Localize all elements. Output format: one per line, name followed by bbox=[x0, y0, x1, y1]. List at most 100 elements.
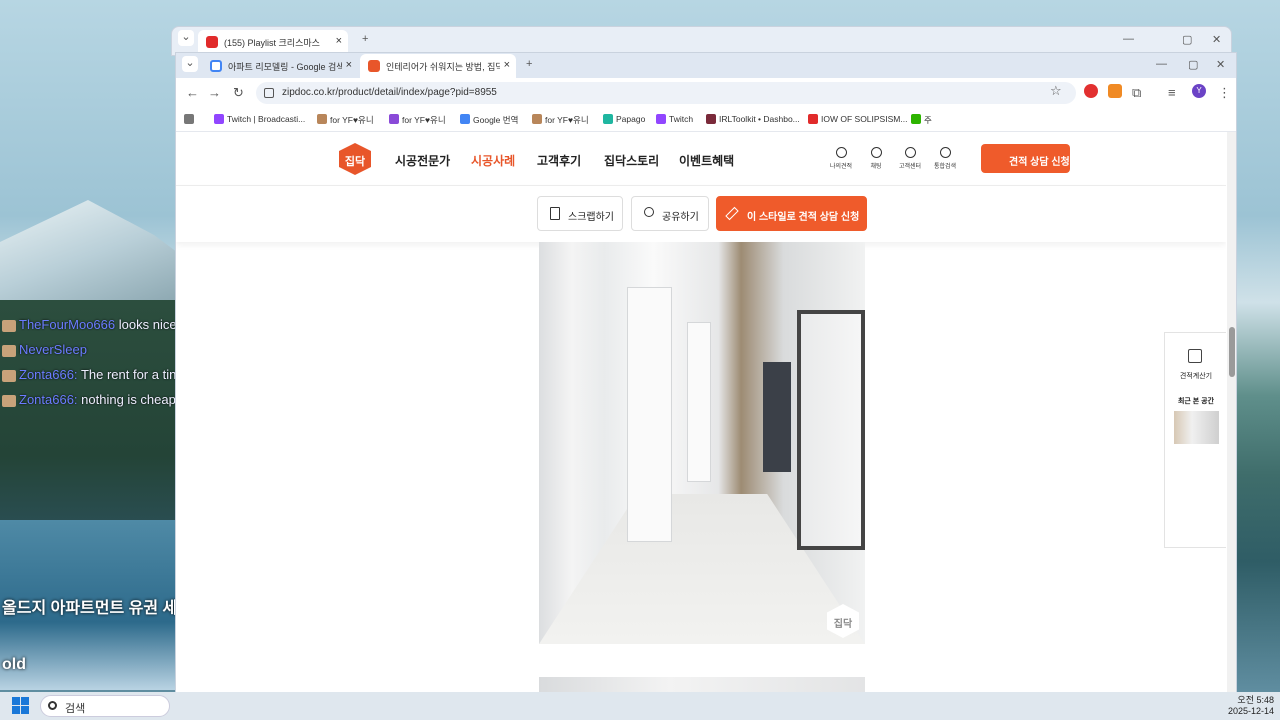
bookmark-item[interactable]: IOW OF SOLIPSISM... bbox=[808, 114, 907, 124]
close-window-icon[interactable]: ✕ bbox=[1216, 58, 1225, 71]
share-icon bbox=[644, 207, 654, 217]
action-bar: 스크랩하기 공유하기 이 스타일로 견적 상담 신청 bbox=[176, 186, 1226, 242]
apply-style-button[interactable]: 이 스타일로 견적 상담 신청 bbox=[716, 196, 867, 231]
media-icon[interactable]: ≡ bbox=[1168, 85, 1176, 100]
nav-experts[interactable]: 시공전문가 bbox=[395, 152, 450, 169]
tab-youtube-playlist[interactable]: (155) Playlist 크리스마스 × bbox=[198, 30, 348, 54]
share-button[interactable]: 공유하기 bbox=[631, 196, 709, 231]
nav-events[interactable]: 이벤트혜택 bbox=[679, 152, 734, 169]
nav-cases[interactable]: 시공사례 bbox=[471, 152, 515, 169]
back-icon[interactable]: ← bbox=[186, 85, 199, 100]
search-icon bbox=[48, 701, 57, 710]
browser-window: ⌄ 아파트 리모델링 - Google 검색 × 인테리어가 쉬워지는 방법, … bbox=[175, 52, 1237, 720]
extension-icon[interactable] bbox=[1084, 84, 1098, 98]
url-text: zipdoc.co.kr/product/detail/index/page?p… bbox=[282, 87, 497, 98]
support-button[interactable]: 고객센터 bbox=[897, 147, 923, 170]
youtube-icon bbox=[206, 36, 218, 48]
tab-title: 인테리어가 쉬워지는 방법, 집닥 bbox=[386, 62, 504, 72]
scrollbar[interactable] bbox=[1227, 132, 1236, 719]
stream-caption-2: old bbox=[2, 656, 26, 673]
user-icon bbox=[835, 147, 847, 158]
new-tab-icon[interactable]: + bbox=[526, 58, 532, 70]
star-icon[interactable]: ☆ bbox=[1050, 83, 1062, 99]
taskbar-search[interactable]: 검색 bbox=[40, 695, 170, 717]
util-label: 통합검색 bbox=[933, 164, 957, 170]
tab-google-search[interactable]: 아파트 리모델링 - Google 검색 × bbox=[202, 54, 358, 78]
close-window-icon[interactable]: ✕ bbox=[1212, 33, 1221, 46]
avatar bbox=[2, 344, 16, 357]
chat-button[interactable]: 채팅 bbox=[863, 147, 889, 170]
tab-zipdoc[interactable]: 인테리어가 쉬워지는 방법, 집닥 × bbox=[360, 54, 516, 78]
bookmark-item[interactable]: for YF♥유니 bbox=[317, 114, 374, 126]
photo-door bbox=[687, 322, 711, 482]
chat-username: Zonta666: bbox=[19, 392, 78, 407]
bookmarks-bar: Twitch | Broadcasti... for YF♥유니 for YF♥… bbox=[176, 108, 1236, 132]
toolbar: ← → ↻ zipdoc.co.kr/product/detail/index/… bbox=[176, 78, 1236, 108]
recent-thumbnail[interactable] bbox=[1174, 411, 1219, 444]
clock[interactable]: 오전 5:48 2025-12-14 bbox=[1228, 695, 1274, 717]
site-info-icon[interactable] bbox=[264, 88, 274, 98]
forward-icon[interactable]: → bbox=[208, 85, 221, 100]
chat-icon bbox=[870, 147, 882, 158]
bookmark-item[interactable]: for YF♥유니 bbox=[532, 114, 589, 126]
close-icon[interactable]: × bbox=[336, 35, 342, 47]
puzzle-icon[interactable]: ⧉ bbox=[1132, 85, 1141, 101]
search-button[interactable]: 통합검색 bbox=[932, 147, 958, 170]
windows-start-icon[interactable] bbox=[12, 697, 30, 715]
maximize-icon[interactable]: ▢ bbox=[1182, 33, 1192, 46]
close-icon[interactable]: × bbox=[341, 59, 352, 71]
zipdoc-page: 집닥 시공전문가 시공사례 고객후기 집닥스토리 이벤트혜택 나의견적 채팅 고… bbox=[176, 132, 1226, 719]
zipdoc-logo[interactable]: 집닥 bbox=[339, 143, 371, 175]
minimize-icon[interactable]: — bbox=[1123, 33, 1134, 45]
calculator-icon[interactable] bbox=[1188, 349, 1202, 363]
bookmark-label: Papago bbox=[616, 114, 646, 124]
cta-label: 견적 상담 신청 bbox=[1009, 157, 1070, 168]
photo-door bbox=[627, 287, 672, 542]
menu-icon[interactable]: ⋮ bbox=[1218, 85, 1231, 101]
minimize-icon[interactable]: — bbox=[1156, 58, 1167, 70]
avatar bbox=[2, 394, 16, 407]
estimate-cta-button[interactable]: 견적 상담 신청 bbox=[981, 144, 1070, 173]
nav-reviews[interactable]: 고객후기 bbox=[537, 152, 581, 169]
scrap-button[interactable]: 스크랩하기 bbox=[537, 196, 623, 231]
avatar bbox=[2, 369, 16, 382]
bookmark-item[interactable]: Twitch bbox=[656, 114, 693, 124]
extension-icon[interactable] bbox=[1108, 84, 1122, 98]
util-label: 나의견적 bbox=[829, 164, 853, 170]
bookmark-item[interactable]: Twitch | Broadcasti... bbox=[214, 114, 305, 124]
bookmark-label: 주 bbox=[924, 115, 932, 125]
chevron-down-icon[interactable]: ⌄ bbox=[178, 30, 194, 46]
interior-photo[interactable]: 집닥 bbox=[539, 242, 865, 644]
chat-message: looks nice bbox=[118, 317, 177, 332]
bookmark-item[interactable]: for YF♥유니 bbox=[389, 114, 446, 126]
close-icon[interactable]: × bbox=[499, 59, 510, 71]
address-bar[interactable]: zipdoc.co.kr/product/detail/index/page?p… bbox=[256, 82, 1076, 104]
search-placeholder: 검색 bbox=[65, 703, 86, 715]
zipdoc-icon bbox=[368, 60, 380, 72]
recent-spaces-label: 최근 본 공간 bbox=[1177, 398, 1215, 405]
chat-username: TheFourMoo666 bbox=[19, 317, 116, 332]
tab-strip: ⌄ 아파트 리모델링 - Google 검색 × 인테리어가 쉬워지는 방법, … bbox=[176, 53, 1236, 78]
photo-glass-door bbox=[797, 310, 865, 550]
time: 오전 5:48 bbox=[1237, 695, 1274, 705]
tab-title: (155) Playlist 크리스마스 bbox=[224, 38, 320, 48]
button-label: 이 스타일로 견적 상담 신청 bbox=[747, 212, 860, 223]
reload-icon[interactable]: ↻ bbox=[233, 85, 244, 101]
bookmark-item[interactable]: Google 번역 bbox=[460, 114, 518, 126]
maximize-icon[interactable]: ▢ bbox=[1188, 58, 1198, 71]
my-estimate-button[interactable]: 나의견적 bbox=[828, 147, 854, 170]
tab-title: 아파트 리모델링 - Google 검색 bbox=[228, 62, 345, 72]
bookmark-item[interactable]: Papago bbox=[603, 114, 645, 124]
profile-avatar[interactable]: Y bbox=[1192, 84, 1206, 98]
new-tab-icon[interactable]: + bbox=[362, 33, 368, 45]
bookmark-item[interactable]: IRLToolkit • Dashbo... bbox=[706, 114, 800, 124]
nav-story[interactable]: 집닥스토리 bbox=[604, 152, 659, 169]
scroll-thumb[interactable] bbox=[1229, 327, 1235, 377]
bookmark-label: for YF♥유니 bbox=[402, 115, 446, 125]
util-label: 고객센터 bbox=[898, 164, 922, 170]
estimate-calc-label[interactable]: 견적계산기 bbox=[1165, 371, 1226, 381]
bookmark-item[interactable]: 주 bbox=[911, 114, 932, 126]
button-label: 스크랩하기 bbox=[568, 212, 614, 223]
side-panel: 견적계산기 최근 본 공간 bbox=[1164, 332, 1226, 548]
chevron-down-icon[interactable]: ⌄ bbox=[182, 56, 198, 72]
